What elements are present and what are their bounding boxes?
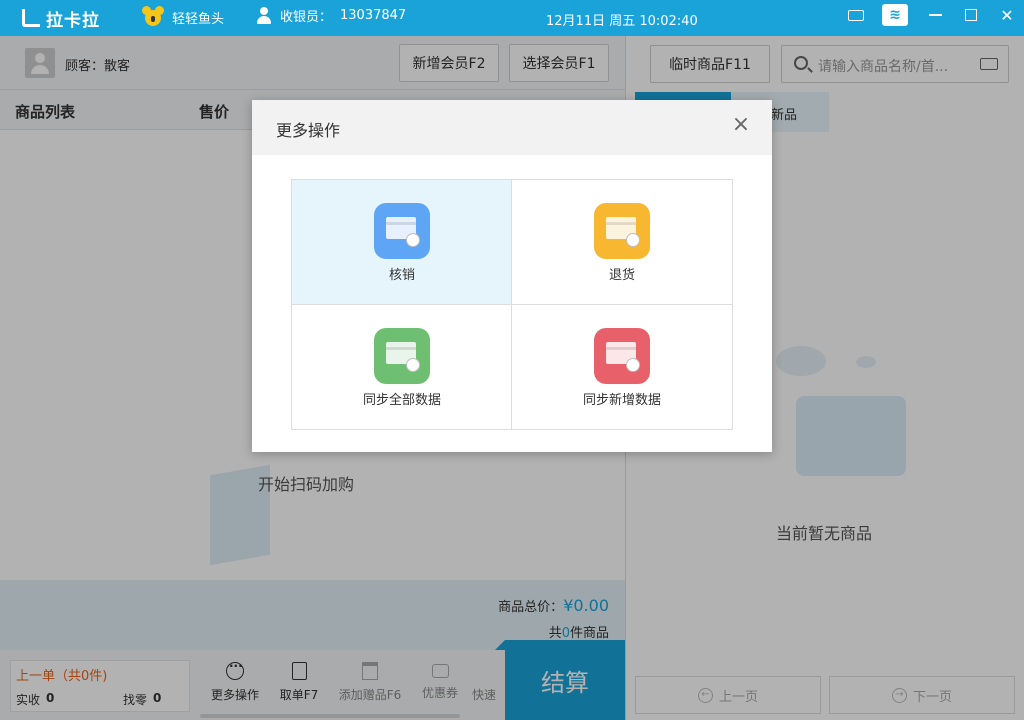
wifi-icon[interactable]: ≋ bbox=[882, 4, 908, 26]
more-ops-dialog: 更多操作 × 核销 退货 同步全部数据 同步新增数据 bbox=[252, 100, 772, 452]
op-sync-all[interactable]: 同步全部数据 bbox=[292, 305, 512, 430]
op-sync-new[interactable]: 同步新增数据 bbox=[512, 305, 732, 430]
sync-all-icon bbox=[374, 328, 430, 384]
app-logo: 拉卡拉 bbox=[22, 6, 100, 31]
close-icon[interactable]: × bbox=[730, 114, 752, 136]
keyboard-icon[interactable] bbox=[848, 9, 864, 21]
op-return-label: 退货 bbox=[608, 268, 635, 283]
cashier-id: 13037847 bbox=[340, 8, 407, 23]
user-icon bbox=[256, 6, 272, 25]
op-sync-all-label: 同步全部数据 bbox=[362, 393, 441, 408]
dialog-title: 更多操作 bbox=[276, 121, 341, 140]
app-name: 拉卡拉 bbox=[46, 10, 100, 31]
op-verify-label: 核销 bbox=[388, 268, 415, 283]
lakala-logo-icon bbox=[22, 9, 40, 27]
dialog-header: 更多操作 × bbox=[252, 100, 772, 155]
shop-name: 轻轻鱼头 bbox=[172, 11, 225, 27]
return-icon bbox=[594, 203, 650, 259]
sync-new-icon bbox=[594, 328, 650, 384]
op-sync-new-label: 同步新增数据 bbox=[582, 393, 661, 408]
minimize-button[interactable] bbox=[926, 6, 944, 24]
datetime: 12月11日 周五 10:02:40 bbox=[546, 14, 698, 29]
op-verify[interactable]: 核销 bbox=[292, 180, 512, 305]
op-return[interactable]: 退货 bbox=[512, 180, 732, 305]
cashier-label: 收银员： bbox=[280, 10, 333, 25]
window-controls: ≋ ✕ bbox=[848, 4, 1016, 26]
verify-icon bbox=[374, 203, 430, 259]
cashier-info: 收银员： 13037847 bbox=[256, 6, 406, 25]
shop-info: 轻轻鱼头 bbox=[142, 6, 224, 28]
ops-grid: 核销 退货 同步全部数据 同步新增数据 bbox=[291, 179, 733, 430]
close-window-button[interactable]: ✕ bbox=[998, 6, 1016, 25]
maximize-button[interactable] bbox=[962, 6, 980, 24]
title-bar: 拉卡拉 轻轻鱼头 收银员： 13037847 12月11日 周五 10:02:4… bbox=[0, 0, 1024, 36]
koala-icon bbox=[142, 6, 164, 28]
